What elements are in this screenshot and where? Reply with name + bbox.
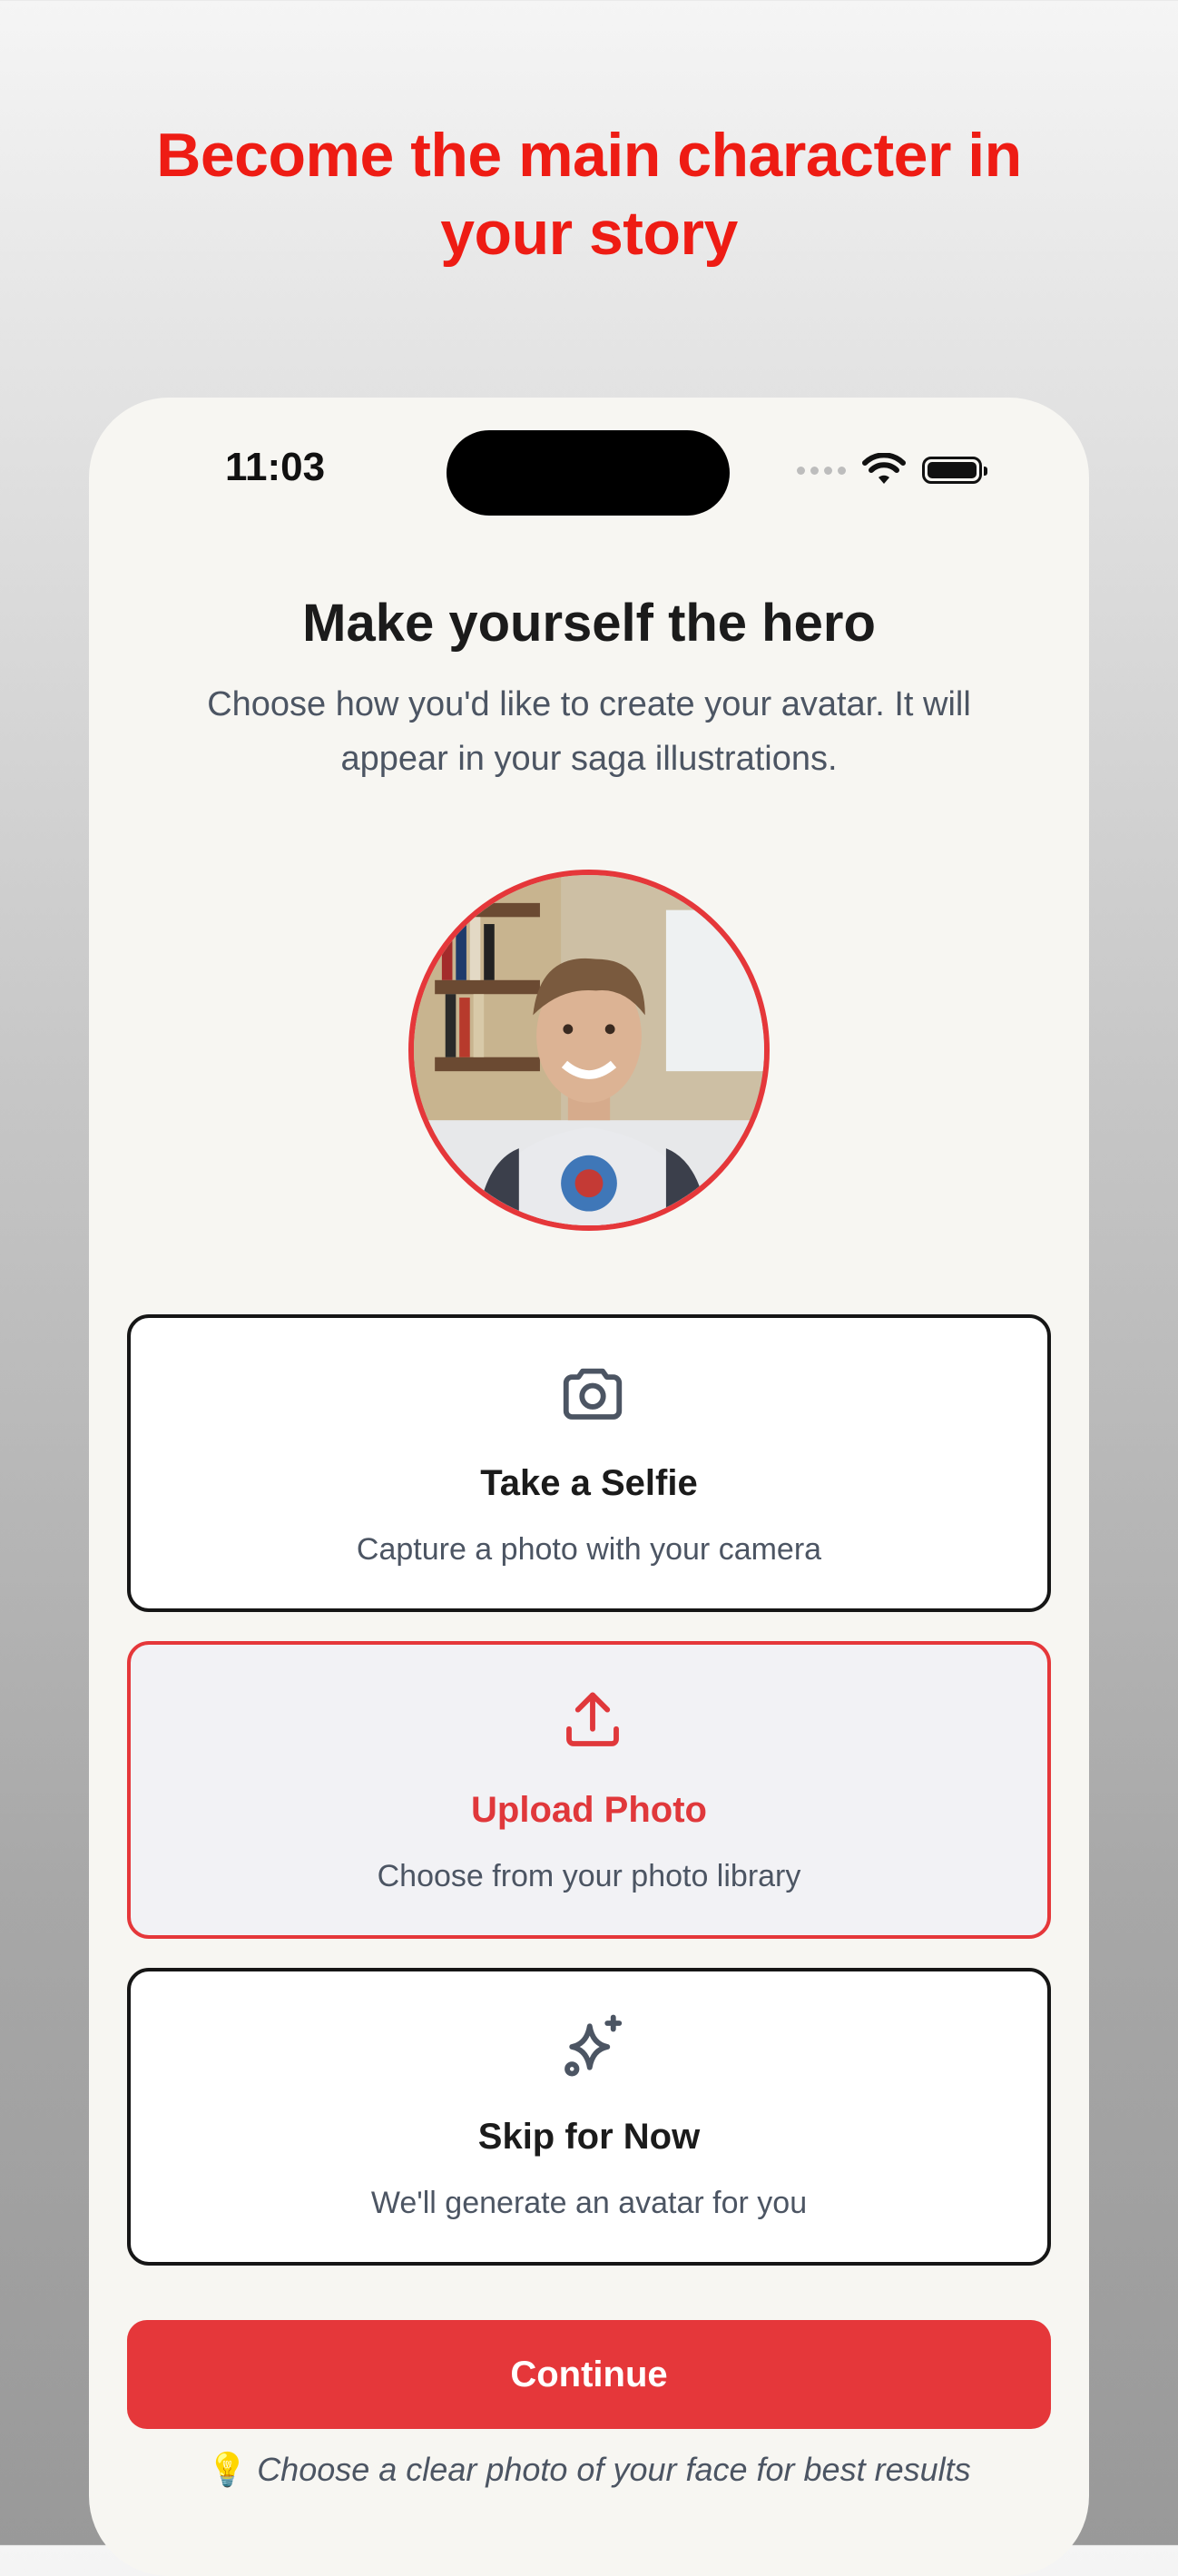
signal-icon bbox=[797, 466, 846, 475]
option-label: Take a Selfie bbox=[480, 1463, 698, 1503]
status-icons bbox=[797, 450, 987, 490]
tip-text: Choose a clear photo of your face for be… bbox=[257, 2451, 971, 2488]
phone-screen: 11:03 Make yourself the hero Choose how … bbox=[89, 398, 1089, 2576]
option-label: Upload Photo bbox=[471, 1790, 707, 1830]
status-time: 11:03 bbox=[225, 445, 326, 489]
page-subtitle: Choose how you'd like to create your ava… bbox=[207, 685, 971, 778]
tip-text-row: 💡 Choose a clear photo of your face for b… bbox=[89, 2451, 1089, 2489]
battery-icon bbox=[922, 457, 987, 484]
dynamic-island bbox=[447, 430, 730, 516]
option-take-selfie[interactable]: Take a Selfie Capture a photo with your … bbox=[127, 1314, 1051, 1612]
camera-icon bbox=[563, 1368, 623, 1420]
upload-icon bbox=[566, 1692, 619, 1746]
option-skip-for-now[interactable]: Skip for Now We'll generate an avatar fo… bbox=[127, 1968, 1051, 2266]
page-title: Make yourself the hero bbox=[302, 594, 876, 653]
option-description: Capture a photo with your camera bbox=[356, 1532, 822, 1567]
lightbulb-icon: 💡 bbox=[207, 2451, 249, 2488]
avatar-photo bbox=[408, 870, 770, 1231]
option-upload-photo[interactable]: Upload Photo Choose from your photo libr… bbox=[127, 1641, 1051, 1939]
sparkles-icon bbox=[564, 2014, 623, 2077]
wifi-icon bbox=[862, 453, 906, 484]
continue-button[interactable]: Continue bbox=[127, 2320, 1051, 2429]
option-description: We'll generate an avatar for you bbox=[370, 2186, 808, 2220]
option-label: Skip for Now bbox=[477, 2117, 701, 2157]
option-description: Choose from your photo library bbox=[377, 1859, 801, 1893]
marketing-headline: Become the main character in your story bbox=[156, 121, 1022, 268]
